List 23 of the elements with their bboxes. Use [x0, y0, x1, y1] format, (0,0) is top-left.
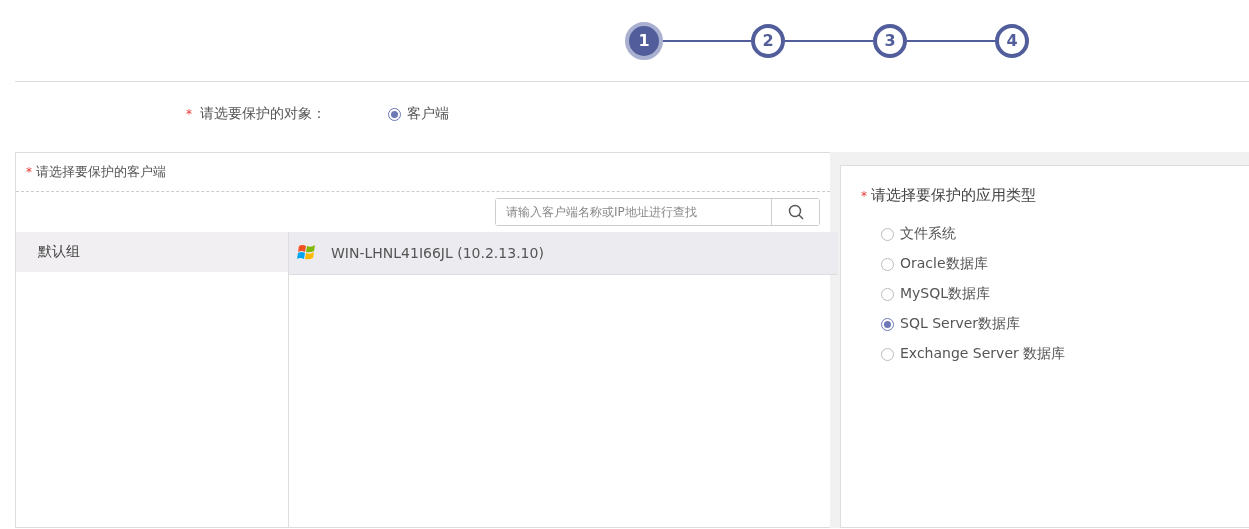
- search-button[interactable]: [771, 199, 819, 225]
- panel-title: 请选择要保护的客户端: [36, 163, 166, 181]
- client-item[interactable]: WIN-LHNL41I66JL (10.2.13.10): [289, 232, 838, 275]
- field-label: 请选要保护的对象：: [200, 105, 326, 123]
- radio-option[interactable]: Exchange Server 数据库: [881, 339, 1066, 369]
- required-mark: *: [186, 107, 192, 121]
- step-indicator[interactable]: 4: [995, 23, 1029, 58]
- radio-option[interactable]: MySQL数据库: [881, 279, 991, 309]
- radio-option[interactable]: SQL Server数据库: [881, 309, 1021, 339]
- group-item[interactable]: 默认组: [16, 232, 288, 272]
- windows-logo-icon: [297, 244, 317, 262]
- step-indicator[interactable]: 2: [751, 23, 785, 58]
- radio-option[interactable]: Oracle数据库: [881, 249, 988, 279]
- radio-option[interactable]: 文件系统: [881, 219, 956, 249]
- step-indicator[interactable]: 3: [873, 23, 907, 58]
- required-mark: *: [861, 189, 867, 203]
- radio-option[interactable]: 客户端: [388, 105, 449, 123]
- panel-title: 请选择要保护的应用类型: [871, 186, 1036, 204]
- search-icon: [787, 204, 804, 220]
- required-mark: *: [26, 165, 32, 179]
- client-name: WIN-LHNL41I66JL (10.2.13.10): [331, 245, 544, 261]
- search-field[interactable]: 请输入客户端名称或IP地址进行查找: [495, 198, 820, 226]
- step-indicator[interactable]: 1: [625, 21, 663, 60]
